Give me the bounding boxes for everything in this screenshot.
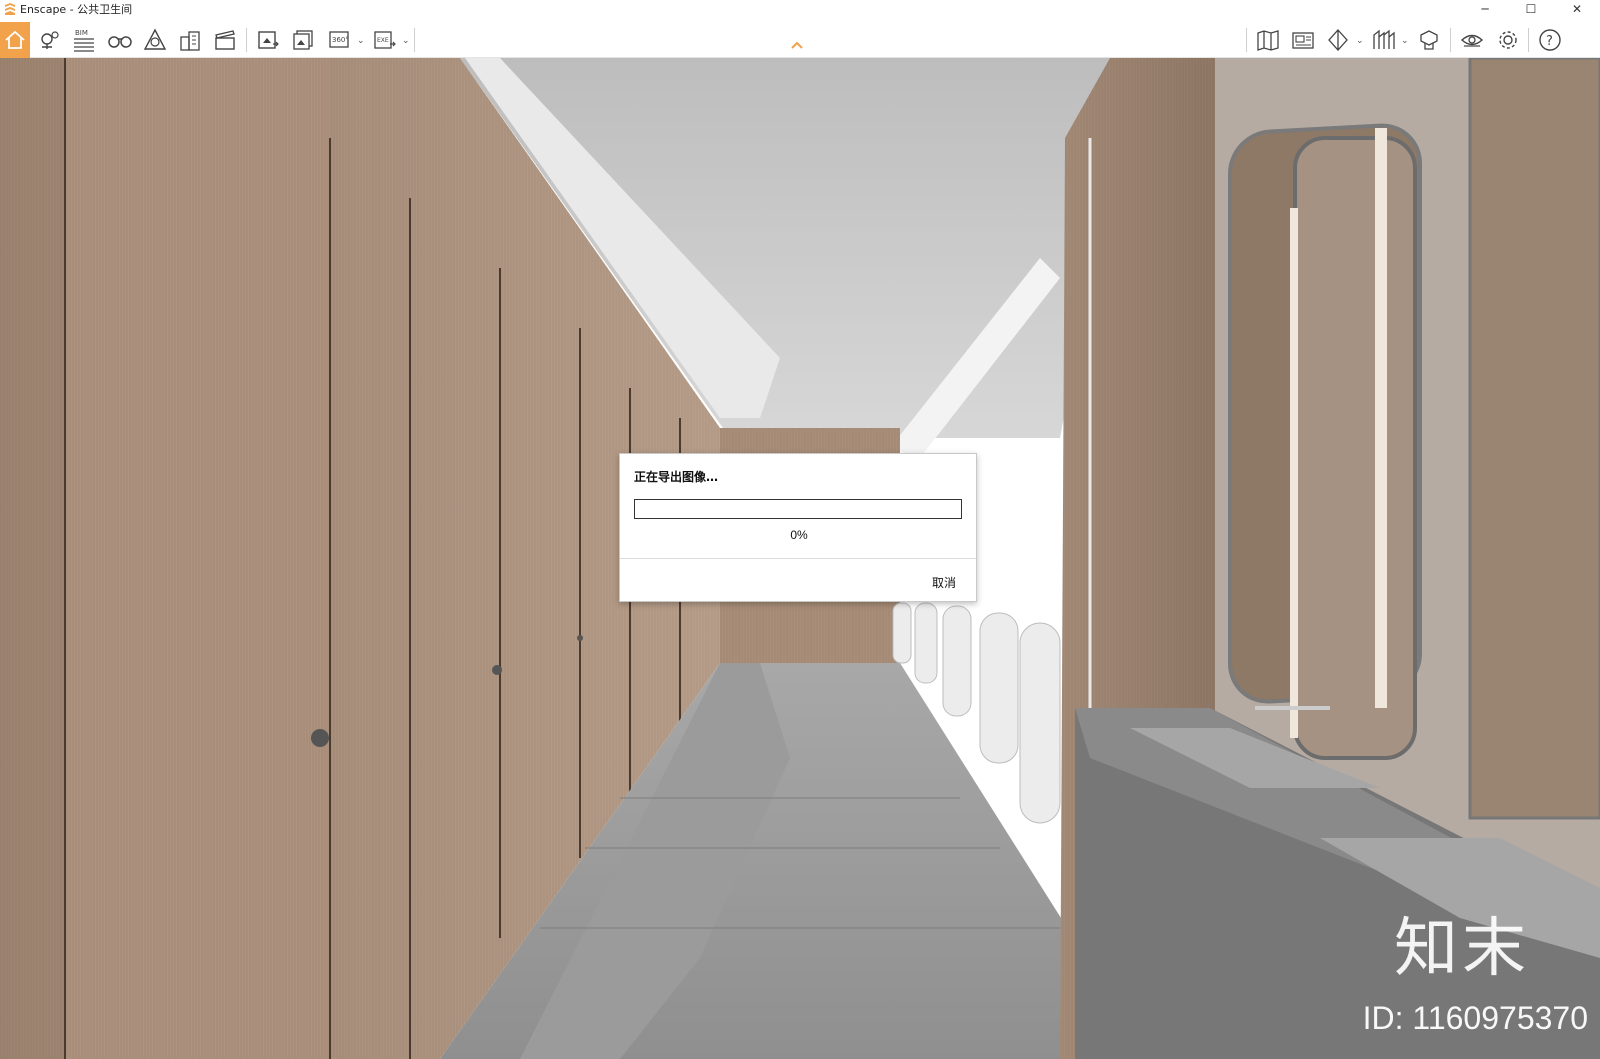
settings-button[interactable] (1492, 24, 1524, 56)
window-title: Enscape - 公共卫生间 (20, 3, 133, 16)
cancel-button[interactable]: 取消 (902, 570, 962, 594)
svg-text:EXE: EXE (377, 37, 389, 44)
export-exe-icon: EXE (374, 31, 396, 49)
screenshot-icon (258, 31, 279, 49)
visual-settings-dropdown-icon[interactable]: ⌄ (1401, 36, 1409, 46)
cube-button[interactable] (1322, 24, 1354, 56)
help-icon: ? (1539, 29, 1561, 51)
visual-settings-icon (1373, 29, 1395, 49)
buildings-icon (180, 31, 200, 51)
panorama-360-icon: 360° (329, 31, 349, 48)
dialog-divider (620, 558, 976, 559)
close-button[interactable]: ✕ (1554, 0, 1600, 18)
export-exe-button[interactable]: EXE (369, 24, 401, 56)
toolbar-separator (414, 28, 415, 52)
svg-text:BIM: BIM (75, 29, 88, 37)
video-editor-icon (215, 30, 235, 50)
batch-render-icon (293, 30, 313, 50)
eye-button[interactable] (1456, 24, 1488, 56)
export-progress-dialog: 正在导出图像… 0% 取消 (619, 453, 977, 602)
toolbar-separator (1528, 28, 1529, 52)
help-button[interactable]: ? (1534, 24, 1566, 56)
cube-icon (1328, 29, 1348, 51)
visual-settings-button[interactable] (1368, 24, 1400, 56)
export-dropdown-icon[interactable]: ⌄ (402, 36, 410, 46)
views-button[interactable] (1287, 24, 1319, 56)
progress-bar (634, 499, 962, 519)
enscape-logo-icon (5, 3, 15, 15)
dialog-title: 正在导出图像… (634, 470, 719, 484)
asset-library-icon (143, 28, 167, 50)
window-controls: ─ ☐ ✕ (1462, 0, 1600, 18)
material-editor-icon (1420, 30, 1438, 50)
panorama-button[interactable]: 360° (324, 24, 356, 56)
eye-icon (1460, 34, 1484, 47)
watermark-id: ID: 1160975370 (1362, 1000, 1588, 1036)
location-pin-icon (41, 31, 59, 49)
screenshot-button[interactable] (252, 24, 284, 56)
map-button[interactable] (1252, 24, 1284, 56)
minimize-button[interactable]: ─ (1462, 0, 1508, 18)
svg-text:360°: 360° (332, 36, 349, 44)
watermark-logo: 知末 (1394, 912, 1530, 986)
home-icon (5, 30, 25, 49)
panorama-dropdown-icon[interactable]: ⌄ (357, 36, 365, 46)
collapse-toolbar-icon[interactable] (790, 40, 804, 50)
maximize-button[interactable]: ☐ (1508, 0, 1554, 18)
binoculars-button[interactable] (104, 24, 136, 56)
gear-icon (1499, 31, 1517, 49)
toolbar-separator (246, 28, 247, 52)
progress-percent: 0% (790, 528, 808, 542)
batch-render-button[interactable] (288, 24, 320, 56)
home-button[interactable] (0, 22, 30, 58)
svg-text:?: ? (1546, 34, 1553, 49)
toolbar-separator (1450, 28, 1451, 52)
location-button[interactable] (33, 24, 65, 56)
material-editor-button[interactable] (1413, 24, 1445, 56)
buildings-button[interactable] (174, 24, 206, 56)
map-icon (1257, 30, 1279, 51)
views-icon (1292, 32, 1314, 49)
binoculars-icon (108, 36, 132, 48)
toolbar-separator (1246, 28, 1247, 52)
bim-icon: BIM (74, 29, 94, 52)
asset-library-button[interactable] (139, 24, 171, 56)
cube-dropdown-icon[interactable]: ⌄ (1356, 36, 1364, 46)
bim-button[interactable]: BIM (68, 24, 100, 56)
video-editor-button[interactable] (209, 24, 241, 56)
title-bar: Enscape - 公共卫生间 ─ ☐ ✕ (0, 0, 1600, 18)
